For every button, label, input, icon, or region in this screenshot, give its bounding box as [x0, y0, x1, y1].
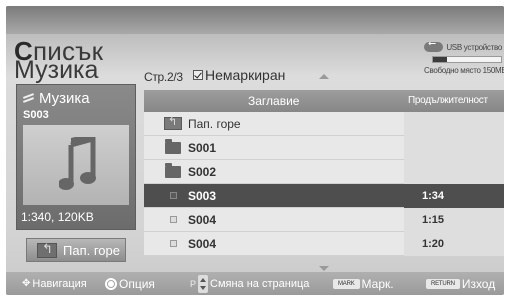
music-note-icon: [59, 137, 96, 190]
up-folder-label: Пап. горе: [63, 242, 120, 258]
row-icon-cell: [158, 240, 188, 247]
mark-key-badge: MARK: [333, 278, 360, 289]
top-band: [6, 6, 504, 34]
column-title: Заглавие: [248, 94, 300, 108]
tv-screen: Списък Музика Стр.2/3 Немаркиран USB уст…: [6, 6, 504, 295]
list-item[interactable]: S004 1:15: [144, 208, 504, 232]
duration-column-bg: [404, 232, 504, 256]
file-list: Заглавие Продължителност Пап. горе S001 S0…: [144, 90, 504, 266]
row-duration: 1:15: [422, 213, 445, 226]
scroll-up-icon[interactable]: [319, 74, 329, 79]
duration-column-bg: [404, 184, 504, 208]
row-title: S001: [188, 140, 217, 155]
album-art: [23, 125, 129, 205]
footer-bar: ✥ Навигация Опция P Смяна на страница MA…: [6, 272, 504, 295]
footer-mark[interactable]: MARK Марк.: [333, 277, 394, 291]
duration-column-bg: [404, 208, 504, 232]
row-title: S004: [188, 212, 217, 227]
list-item[interactable]: Пап. горе: [144, 112, 504, 136]
option-label: Опция: [119, 276, 155, 291]
row-icon-cell: [158, 115, 188, 130]
row-title: Пап. горе: [188, 116, 241, 131]
usb-capacity-bar: [432, 56, 502, 63]
row-icon-cell: [158, 216, 188, 223]
page-key-label: P: [190, 278, 197, 289]
duration-column-bg: [404, 112, 504, 136]
list-rows: Пап. горе S001 S002 S003 1:34 S004 1:15 S004 1:2…: [144, 112, 504, 256]
usb-status: USB устройство Свободно място 150MB: [424, 38, 504, 75]
mark-checkbox-icon: [169, 240, 177, 247]
row-icon-cell: [158, 192, 188, 199]
scroll-down-icon[interactable]: [319, 266, 329, 271]
info-category: Музика: [39, 90, 90, 107]
folder-up-icon: [164, 115, 182, 130]
list-header: Заглавие Продължителност: [144, 90, 504, 112]
footer-page-change[interactable]: P Смяна на страница: [190, 274, 310, 293]
filter-unmarked[interactable]: Немаркиран: [193, 67, 285, 83]
usb-icon: [424, 38, 444, 52]
list-item[interactable]: S004 1:20: [144, 232, 504, 256]
row-icon-cell: [158, 138, 188, 154]
duration-column-bg: [404, 160, 504, 184]
usb-device-label: USB устройство: [446, 42, 502, 52]
duration-column-bg: [404, 136, 504, 160]
folder-up-icon: [37, 241, 57, 258]
folder-icon: [165, 162, 181, 178]
navigation-label: Навигация: [32, 277, 87, 290]
footer-exit[interactable]: RETURN Изход: [426, 277, 495, 291]
list-item[interactable]: S001: [144, 136, 504, 160]
row-title: S004: [188, 236, 217, 251]
mark-label: Марк.: [361, 276, 394, 291]
mark-checkbox-icon: [169, 216, 177, 223]
usb-free-space: Свободно място 150MB: [424, 66, 504, 75]
mark-checkbox-icon: [169, 192, 177, 199]
info-panel: Музика S003 1:340, 120KB: [16, 84, 136, 230]
page-up-down-icon: [198, 274, 209, 293]
list-item[interactable]: S003 1:34: [144, 184, 504, 208]
checkbox-icon[interactable]: [193, 70, 203, 80]
exit-label: Изход: [461, 276, 496, 291]
info-track: S003: [23, 109, 49, 121]
list-item[interactable]: S002: [144, 160, 504, 184]
up-folder-button[interactable]: Пап. горе: [26, 238, 126, 262]
music-category-icon: [23, 93, 35, 103]
folder-icon: [165, 138, 181, 154]
page-change-label: Смяна на страница: [210, 277, 310, 290]
row-icon-cell: [158, 162, 188, 178]
column-duration: Продължителност: [408, 95, 488, 106]
navigation-icon: ✥: [22, 278, 31, 289]
row-title: S002: [188, 164, 217, 179]
option-icon: [105, 277, 117, 290]
page-indicator: Стр.2/3: [144, 70, 183, 84]
filter-label: Немаркиран: [205, 67, 286, 83]
footer-option[interactable]: Опция: [105, 277, 155, 291]
footer-navigation: ✥ Навигация: [22, 278, 87, 290]
return-key-badge: RETURN: [426, 278, 460, 289]
row-duration: 1:20: [422, 237, 445, 250]
info-meta: 1:340, 120KB: [21, 210, 94, 224]
usb-capacity-fill: [433, 57, 447, 62]
row-duration: 1:34: [422, 189, 445, 202]
row-title: S003: [188, 188, 217, 203]
page-subtitle: Музика: [14, 56, 99, 84]
